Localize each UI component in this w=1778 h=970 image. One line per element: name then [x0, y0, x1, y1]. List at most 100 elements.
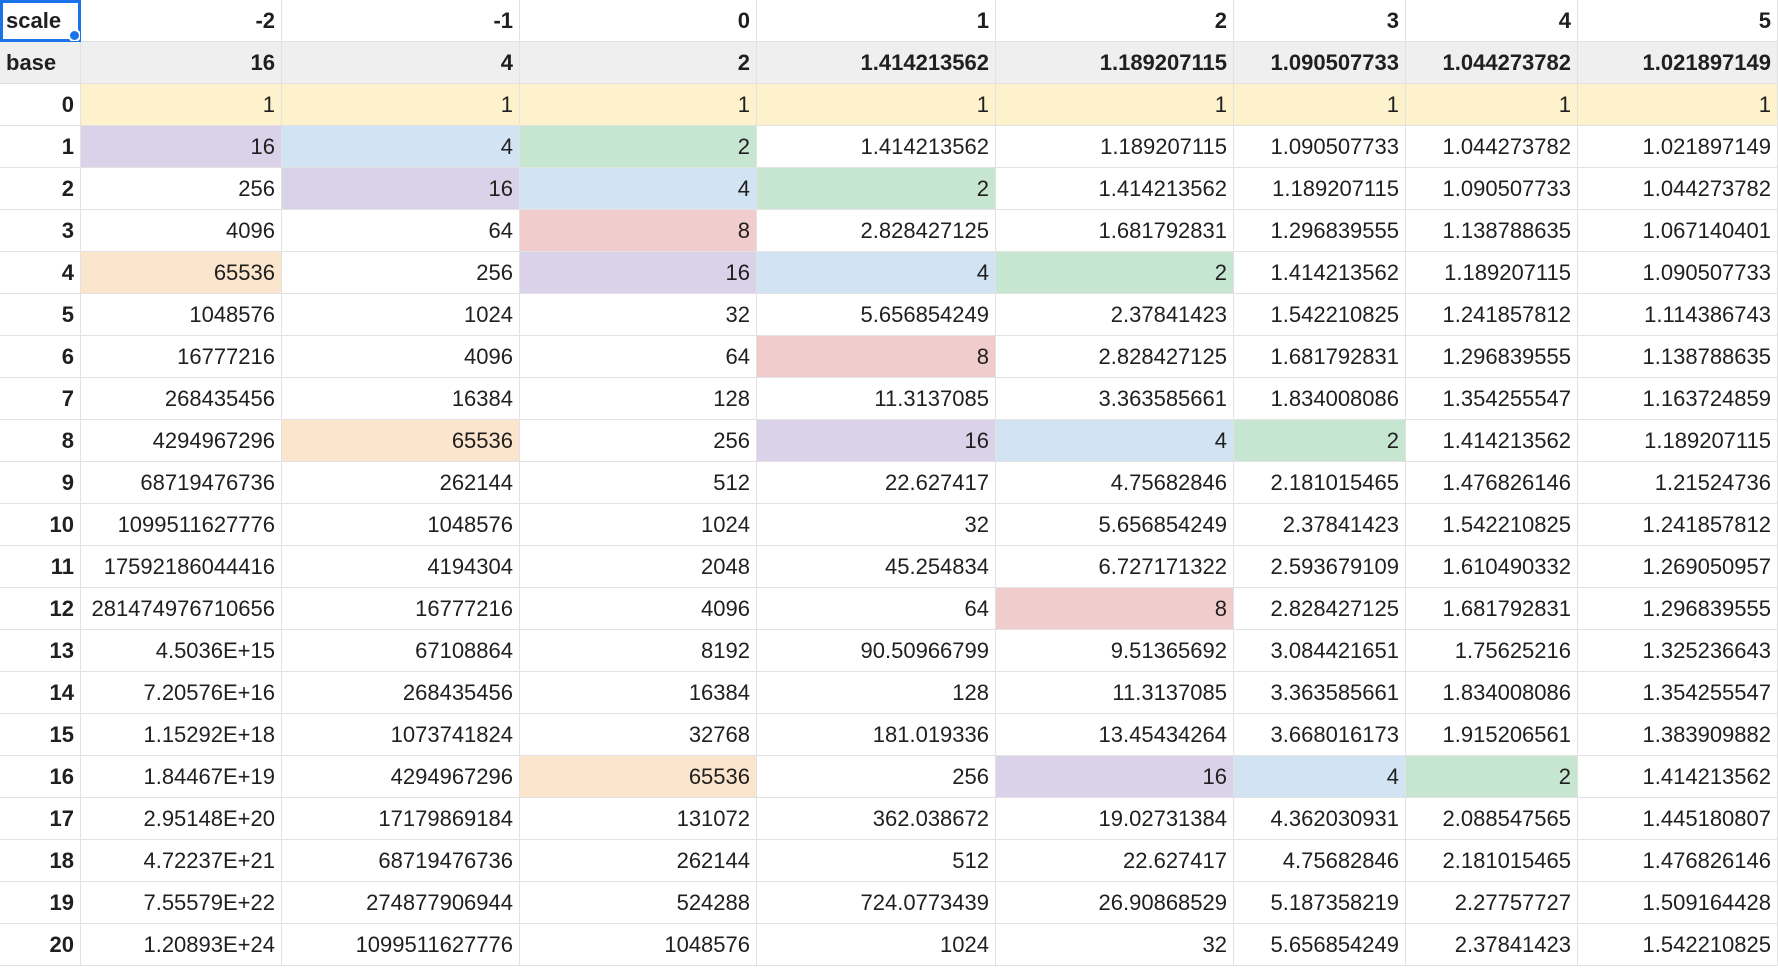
- table-cell[interactable]: 1.610490332: [1406, 546, 1578, 588]
- row-header[interactable]: 0: [0, 84, 81, 126]
- table-cell[interactable]: 1.241857812: [1578, 504, 1778, 546]
- table-cell[interactable]: 90.50966799: [757, 630, 996, 672]
- table-cell[interactable]: 32768: [520, 714, 757, 756]
- table-cell[interactable]: 1.681792831: [1406, 588, 1578, 630]
- table-cell[interactable]: 2.37841423: [1234, 504, 1406, 546]
- table-cell[interactable]: 1.325236643: [1578, 630, 1778, 672]
- table-cell[interactable]: 1.681792831: [1234, 336, 1406, 378]
- table-cell[interactable]: 1.75625216: [1406, 630, 1578, 672]
- table-cell[interactable]: 22.627417: [996, 840, 1234, 882]
- table-cell[interactable]: 1.296839555: [1578, 588, 1778, 630]
- table-cell[interactable]: 16777216: [81, 336, 282, 378]
- row-header[interactable]: 14: [0, 672, 81, 714]
- table-cell[interactable]: 7.55579E+22: [81, 882, 282, 924]
- table-cell[interactable]: 17592186044416: [81, 546, 282, 588]
- table-cell[interactable]: 1024: [757, 924, 996, 966]
- table-cell[interactable]: 4: [1234, 756, 1406, 798]
- table-cell[interactable]: 268435456: [282, 672, 520, 714]
- table-cell[interactable]: 4.5036E+15: [81, 630, 282, 672]
- table-cell[interactable]: 1099511627776: [81, 504, 282, 546]
- table-cell[interactable]: 256: [282, 252, 520, 294]
- table-cell[interactable]: 2.27757727: [1406, 882, 1578, 924]
- table-cell[interactable]: 16: [996, 756, 1234, 798]
- table-cell[interactable]: 3.363585661: [1234, 672, 1406, 714]
- table-cell[interactable]: 67108864: [282, 630, 520, 672]
- table-cell[interactable]: 16: [282, 168, 520, 210]
- table-cell[interactable]: 2.181015465: [1234, 462, 1406, 504]
- table-cell[interactable]: 11.3137085: [996, 672, 1234, 714]
- table-cell[interactable]: 1024: [282, 294, 520, 336]
- row-header[interactable]: 1: [0, 126, 81, 168]
- table-cell[interactable]: 1.681792831: [996, 210, 1234, 252]
- table-cell[interactable]: 1.383909882: [1578, 714, 1778, 756]
- table-cell[interactable]: 1.414213562: [1406, 420, 1578, 462]
- table-cell[interactable]: 17179869184: [282, 798, 520, 840]
- table-cell[interactable]: 2048: [520, 546, 757, 588]
- table-cell[interactable]: 1.20893E+24: [81, 924, 282, 966]
- cell-base-value[interactable]: 1.189207115: [996, 42, 1234, 84]
- table-cell[interactable]: 1: [81, 84, 282, 126]
- row-header[interactable]: 9: [0, 462, 81, 504]
- table-cell[interactable]: 1.296839555: [1406, 336, 1578, 378]
- row-header[interactable]: 3: [0, 210, 81, 252]
- table-cell[interactable]: 1.090507733: [1578, 252, 1778, 294]
- table-cell[interactable]: 32: [520, 294, 757, 336]
- table-cell[interactable]: 4194304: [282, 546, 520, 588]
- table-cell[interactable]: 1.044273782: [1406, 126, 1578, 168]
- table-cell[interactable]: 268435456: [81, 378, 282, 420]
- cell-base-label[interactable]: base: [0, 42, 81, 84]
- row-header[interactable]: 8: [0, 420, 81, 462]
- row-header[interactable]: 18: [0, 840, 81, 882]
- table-cell[interactable]: 2.088547565: [1406, 798, 1578, 840]
- table-cell[interactable]: 4294967296: [282, 756, 520, 798]
- table-cell[interactable]: 4096: [282, 336, 520, 378]
- table-cell[interactable]: 65536: [81, 252, 282, 294]
- table-cell[interactable]: 1.114386743: [1578, 294, 1778, 336]
- table-cell[interactable]: 2.37841423: [996, 294, 1234, 336]
- table-cell[interactable]: 4.75682846: [996, 462, 1234, 504]
- table-cell[interactable]: 45.254834: [757, 546, 996, 588]
- table-cell[interactable]: 4: [996, 420, 1234, 462]
- table-cell[interactable]: 2.828427125: [1234, 588, 1406, 630]
- table-cell[interactable]: 8: [996, 588, 1234, 630]
- table-cell[interactable]: 65536: [520, 756, 757, 798]
- table-cell[interactable]: 1.296839555: [1234, 210, 1406, 252]
- table-cell[interactable]: 4: [282, 126, 520, 168]
- table-cell[interactable]: 281474976710656: [81, 588, 282, 630]
- table-cell[interactable]: 1.542210825: [1234, 294, 1406, 336]
- table-cell[interactable]: 8: [520, 210, 757, 252]
- table-cell[interactable]: 1: [282, 84, 520, 126]
- table-cell[interactable]: 1.834008086: [1406, 672, 1578, 714]
- row-header[interactable]: 11: [0, 546, 81, 588]
- cell-scale-value[interactable]: 4: [1406, 0, 1578, 42]
- row-header[interactable]: 20: [0, 924, 81, 966]
- table-cell[interactable]: 1.138788635: [1578, 336, 1778, 378]
- table-cell[interactable]: 6.727171322: [996, 546, 1234, 588]
- table-cell[interactable]: 1: [520, 84, 757, 126]
- cell-base-value[interactable]: 4: [282, 42, 520, 84]
- table-cell[interactable]: 1.834008086: [1234, 378, 1406, 420]
- table-cell[interactable]: 1.090507733: [1406, 168, 1578, 210]
- row-header[interactable]: 7: [0, 378, 81, 420]
- table-cell[interactable]: 1.509164428: [1578, 882, 1778, 924]
- table-cell[interactable]: 16384: [282, 378, 520, 420]
- table-cell[interactable]: 4: [757, 252, 996, 294]
- table-cell[interactable]: 2.828427125: [757, 210, 996, 252]
- table-cell[interactable]: 2.37841423: [1406, 924, 1578, 966]
- table-cell[interactable]: 16: [520, 252, 757, 294]
- table-cell[interactable]: 181.019336: [757, 714, 996, 756]
- table-cell[interactable]: 1: [757, 84, 996, 126]
- row-header[interactable]: 2: [0, 168, 81, 210]
- table-cell[interactable]: 1.090507733: [1234, 126, 1406, 168]
- table-cell[interactable]: 4: [520, 168, 757, 210]
- table-cell[interactable]: 2: [520, 126, 757, 168]
- table-cell[interactable]: 256: [81, 168, 282, 210]
- cell-base-value[interactable]: 2: [520, 42, 757, 84]
- table-cell[interactable]: 9.51365692: [996, 630, 1234, 672]
- table-cell[interactable]: 65536: [282, 420, 520, 462]
- row-header[interactable]: 15: [0, 714, 81, 756]
- cell-scale-value[interactable]: 2: [996, 0, 1234, 42]
- table-cell[interactable]: 128: [757, 672, 996, 714]
- table-cell[interactable]: 1.021897149: [1578, 126, 1778, 168]
- row-header[interactable]: 17: [0, 798, 81, 840]
